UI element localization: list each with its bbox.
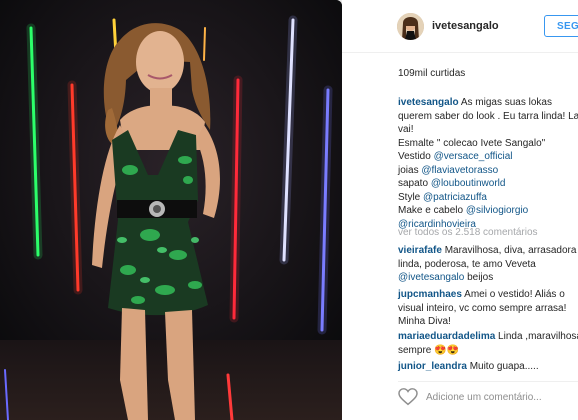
view-all-comments-link[interactable]: ver todos os 2.518 comentários [398, 227, 538, 238]
comment-text: sempre 😍😍 [398, 344, 460, 356]
comment-item: jupcmanhaes Amei o vestido! Aliás o visu… [398, 288, 578, 329]
post-caption: ivetesangalo As migas suas lokas querem … [398, 96, 578, 231]
caption-label: Style [398, 191, 421, 203]
comment-username[interactable]: jupcmanhaes [398, 289, 462, 300]
caption-text-line: As migas suas lokas [460, 97, 552, 108]
mention-link[interactable]: @patriciazuffa [423, 192, 487, 203]
caption-text-line: querem saber do look . Eu tarra linda! L… [398, 110, 578, 122]
likes-count[interactable]: 109mil curtidas [398, 68, 465, 79]
post-author-username[interactable]: ivetesangalo [432, 20, 499, 32]
caption-username[interactable]: ivetesangalo [398, 97, 459, 108]
comment-text: Minha Diva! [398, 316, 451, 327]
comment-item: vieirafafe Maravilhosa, diva, arrasadora… [398, 244, 578, 285]
caption-label: Make e cabelo [398, 205, 464, 216]
post-header: ivetesangalo SEGUIR [342, 0, 578, 53]
follow-button[interactable]: SEGUIR [544, 15, 578, 37]
add-comment-input[interactable]: Adicione um comentário... [426, 392, 542, 403]
comment-text: visual inteiro, vc como sempre arrasa! [398, 302, 567, 314]
post-image-artwork [0, 0, 342, 420]
post-side-panel: ivetesangalo SEGUIR 109mil curtidas ivet… [342, 0, 578, 420]
caption-label: joias [398, 164, 419, 176]
post-photo[interactable] [0, 0, 342, 420]
comment-text: beijos [464, 272, 494, 283]
comment-username[interactable]: vieirafafe [398, 245, 442, 256]
heart-outline-icon[interactable] [398, 388, 418, 411]
comment-text: Muito guapa..... [469, 361, 539, 372]
comment-text: Amei o vestido! Aliás o [464, 289, 565, 300]
comment-text: linda, poderosa, te amo Veveta [398, 258, 536, 270]
caption-text-line: Esmalte " colecao Ivete Sangalo" [398, 137, 546, 149]
comment-item: junior_leandra Muito guapa..... [398, 360, 578, 374]
mention-link[interactable]: @louboutinworld [431, 178, 506, 189]
comment-text: Maravilhosa, diva, arrasadora [444, 245, 577, 256]
mention-link[interactable]: @ivetesangalo [398, 272, 464, 283]
comment-text: Linda ,maravilhosa [498, 331, 578, 342]
add-comment-bar: Adicione um comentário... [398, 381, 578, 412]
caption-label: sapato [398, 178, 429, 189]
mention-link[interactable]: @flaviavetorasso [421, 165, 498, 176]
comment-username[interactable]: junior_leandra [398, 361, 467, 372]
mention-link[interactable]: @versace_official [434, 151, 513, 162]
comment-item: mariaeduardadelima Linda ,maravilhosa se… [398, 330, 578, 357]
avatar-image [397, 13, 424, 40]
comment-username[interactable]: mariaeduardadelima [398, 331, 495, 342]
avatar[interactable] [397, 13, 424, 40]
caption-label: Vestido [398, 151, 431, 162]
mention-link[interactable]: @silviogiorgio [466, 205, 528, 216]
caption-text-line: vai! [398, 124, 414, 135]
